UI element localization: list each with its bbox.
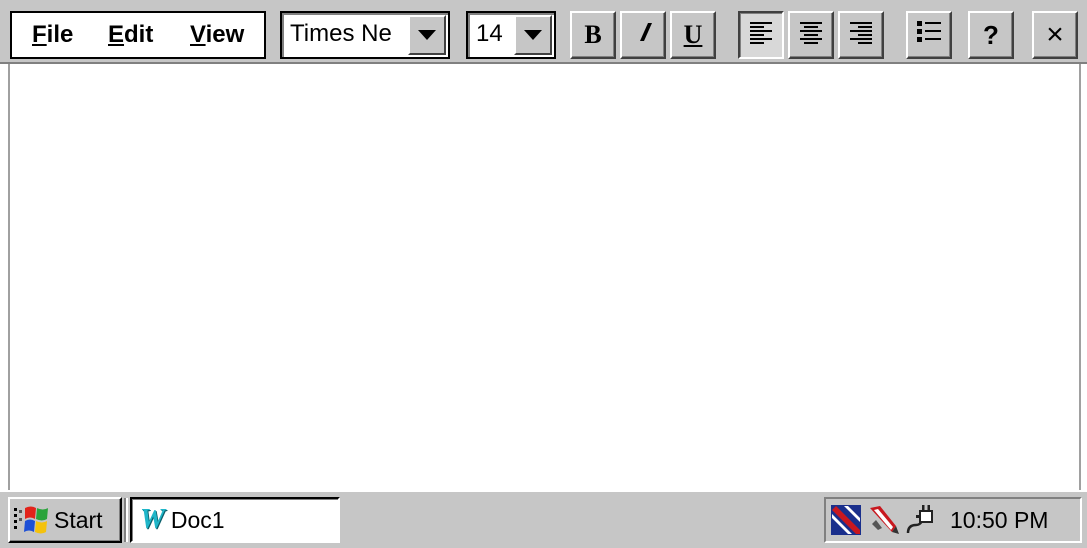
- chevron-down-icon: [524, 30, 542, 40]
- menu-edit[interactable]: Edit: [108, 21, 153, 49]
- power-plug-icon[interactable]: [904, 503, 938, 537]
- font-size-combo[interactable]: 14: [466, 11, 556, 59]
- menu-edit-rest: dit: [124, 21, 154, 48]
- help-button[interactable]: ?: [968, 11, 1014, 59]
- bullet-list-icon: [915, 18, 943, 53]
- clock: 10:50 PM: [950, 506, 1049, 533]
- chevron-down-icon: [418, 30, 436, 40]
- font-name-combo[interactable]: Times Ne: [280, 11, 450, 59]
- font-name-value: Times Ne: [290, 20, 392, 47]
- taskbar-item-doc1[interactable]: W Doc1: [130, 497, 340, 543]
- menu-file-accelerator: F: [32, 21, 47, 48]
- italic-button[interactable]: [620, 11, 666, 59]
- underline-icon: U: [683, 20, 703, 49]
- network-icon[interactable]: [830, 504, 862, 536]
- menu-file-rest: ile: [46, 21, 74, 48]
- close-button[interactable]: ×: [1032, 11, 1078, 59]
- bullet-list-button[interactable]: [906, 11, 952, 59]
- font-size-dropdown-button[interactable]: [514, 15, 552, 55]
- toolbar: File Edit View Times Ne 14 B U ? ×: [0, 0, 1087, 64]
- system-tray: 10:50 PM: [824, 497, 1082, 543]
- bold-icon: B: [584, 20, 602, 49]
- font-size-value: 14: [476, 20, 503, 47]
- menu-bar: File Edit View: [10, 11, 266, 59]
- align-right-button[interactable]: [838, 11, 884, 59]
- menu-file[interactable]: File: [32, 21, 73, 49]
- font-name-dropdown-button[interactable]: [408, 15, 446, 55]
- word-processor-window: File Edit View Times Ne 14 B U ? × Start…: [0, 0, 1087, 548]
- menu-view[interactable]: View: [190, 21, 244, 49]
- document-area[interactable]: [8, 64, 1081, 490]
- align-left-button[interactable]: [738, 11, 784, 59]
- pen-icon[interactable]: [866, 504, 900, 536]
- italic-icon: [631, 20, 655, 51]
- taskbar-item-label: Doc1: [170, 506, 225, 533]
- bold-button[interactable]: B: [570, 11, 616, 59]
- word-app-icon: W: [140, 504, 165, 536]
- align-left-icon: [748, 19, 774, 52]
- word-app-glyph: W: [140, 504, 165, 535]
- taskbar: Start W Doc1 10:50 PM: [0, 490, 1087, 548]
- menu-edit-accelerator: E: [108, 21, 125, 48]
- underline-button[interactable]: U: [670, 11, 716, 59]
- windows-logo-icon: [14, 504, 50, 536]
- help-icon: ?: [983, 19, 999, 50]
- align-center-icon: [798, 19, 824, 52]
- taskbar-separator: [124, 498, 128, 542]
- align-right-icon: [848, 19, 874, 52]
- start-button[interactable]: Start: [8, 497, 122, 543]
- align-center-button[interactable]: [788, 11, 834, 59]
- menu-view-rest: iew: [205, 21, 245, 48]
- menu-view-accelerator: V: [190, 21, 206, 48]
- close-icon: ×: [1046, 18, 1064, 51]
- start-label: Start: [54, 506, 103, 533]
